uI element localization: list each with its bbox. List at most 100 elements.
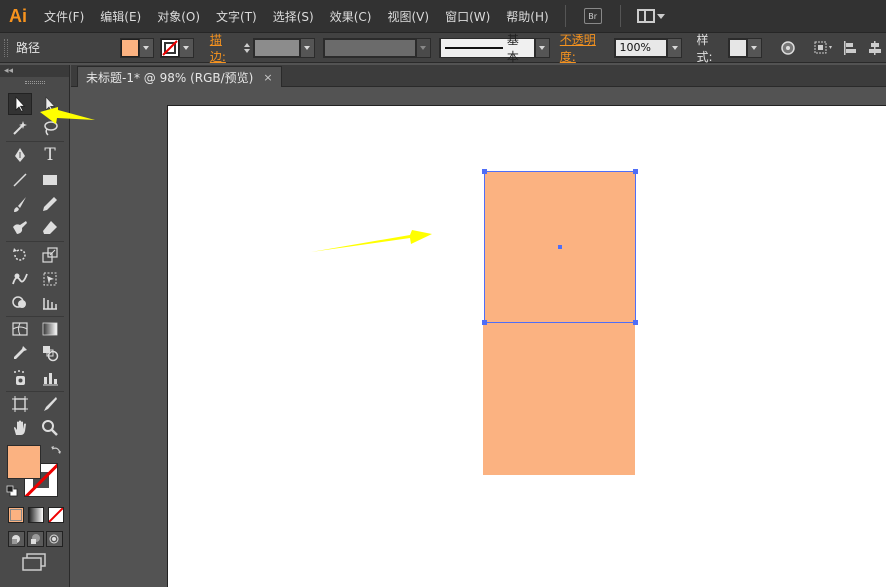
lasso-icon (44, 121, 58, 136)
scale-tool[interactable] (38, 244, 62, 266)
align-center-icon[interactable] (865, 37, 886, 59)
draw-inside-button[interactable] (46, 531, 63, 547)
scale-icon (42, 247, 58, 263)
menu-divider (619, 5, 621, 27)
bridge-button[interactable]: Br (583, 8, 602, 24)
mesh-icon (12, 322, 28, 336)
change-screen-mode-button[interactable] (22, 553, 48, 574)
selection-tool[interactable] (8, 93, 32, 115)
gradient-mode-button[interactable] (28, 507, 44, 523)
free-transform-tool[interactable] (38, 268, 62, 290)
chevron-down-icon (415, 38, 430, 57)
mesh-tool[interactable] (8, 318, 32, 340)
control-bar: 路径 描边: 基本 不透明度: 100% 样式: (0, 31, 886, 65)
rectangle-shape[interactable] (483, 323, 635, 475)
tools-panel-header[interactable]: ◂◂ (0, 65, 69, 77)
none-mode-button[interactable] (48, 507, 64, 523)
opacity-label[interactable]: 不透明度: (560, 31, 611, 65)
stroke-weight-stepper[interactable] (241, 38, 253, 58)
shape-builder-tool[interactable] (8, 292, 32, 314)
tools-panel-grip[interactable] (0, 77, 69, 87)
rotate-tool[interactable] (8, 244, 32, 266)
graphic-style-picker[interactable] (727, 37, 762, 58)
recolor-artwork-icon[interactable] (778, 37, 799, 59)
symbol-sprayer-tool[interactable] (8, 367, 32, 389)
brush-name-label: 基本 (506, 32, 519, 64)
rectangle-tool[interactable] (38, 169, 62, 191)
eyedropper-tool[interactable] (8, 342, 32, 364)
screen-mode-icon (22, 553, 46, 571)
collapse-icon[interactable]: ◂◂ (4, 66, 13, 76)
line-segment-tool[interactable] (8, 169, 32, 191)
chevron-down-icon (299, 38, 314, 57)
type-tool[interactable]: T (38, 144, 62, 166)
stroke-weight-label[interactable]: 描边: (210, 31, 237, 65)
menu-divider (564, 5, 566, 27)
selection-arrow-icon (15, 95, 26, 113)
opacity-dropdown[interactable]: 100% (614, 37, 683, 58)
stroke-weight-input[interactable] (253, 38, 300, 57)
align-to-selection-icon[interactable] (813, 37, 835, 59)
align-left-icon[interactable] (839, 37, 860, 59)
menu-file[interactable]: 文件(F) (36, 0, 92, 33)
blob-brush-tool[interactable] (8, 217, 32, 239)
chevron-down-icon (138, 38, 153, 57)
close-icon[interactable]: × (263, 71, 272, 84)
draw-normal-button[interactable] (8, 531, 25, 547)
lasso-tool[interactable] (38, 117, 62, 139)
eraser-tool[interactable] (38, 217, 62, 239)
eraser-icon (43, 221, 57, 234)
artboard-icon (12, 396, 28, 412)
stroke-color-picker[interactable] (159, 37, 194, 58)
menu-view[interactable]: 视图(V) (379, 0, 437, 33)
width-profile-field[interactable] (323, 38, 416, 57)
app-logo: Ai (9, 5, 27, 26)
color-mode-button[interactable] (8, 507, 24, 523)
menu-window[interactable]: 窗口(W) (437, 0, 498, 33)
graphic-style-label: 样式: (696, 32, 713, 64)
slice-tool[interactable] (38, 393, 62, 415)
shape-builder-icon (12, 296, 26, 308)
direct-selection-tool[interactable] (38, 93, 62, 115)
pen-tool[interactable] (8, 144, 32, 166)
pen-icon (15, 148, 25, 162)
opacity-input[interactable]: 100% (615, 38, 668, 57)
menu-help[interactable]: 帮助(H) (498, 0, 556, 33)
draw-behind-button[interactable] (27, 531, 44, 547)
menu-type[interactable]: 文字(T) (208, 0, 265, 33)
artboard-tool[interactable] (8, 393, 32, 415)
chevron-down-icon (535, 38, 549, 57)
menu-select[interactable]: 选择(S) (265, 0, 322, 33)
magic-wand-icon (13, 121, 27, 135)
workspace-layout-button[interactable] (636, 9, 665, 23)
arrow-up-icon (243, 42, 250, 47)
chevron-down-icon (178, 38, 193, 57)
paintbrush-tool[interactable] (8, 193, 32, 215)
document-tab[interactable]: 未标题-1* @ 98% (RGB/预览) × (77, 66, 282, 87)
brush-definition-dropdown[interactable]: 基本 (438, 33, 550, 64)
column-graph-tool[interactable] (38, 367, 62, 389)
pencil-tool[interactable] (38, 193, 62, 215)
blend-tool[interactable] (38, 342, 62, 364)
eyedropper-icon (14, 346, 27, 359)
symbol-sprayer-icon (14, 370, 25, 385)
gradient-tool[interactable] (38, 318, 62, 340)
zoom-tool[interactable] (38, 417, 62, 439)
perspective-grid-tool[interactable] (38, 292, 62, 314)
perspective-grid-icon (43, 298, 57, 310)
control-bar-grip[interactable] (4, 38, 8, 57)
stroke-weight-field[interactable] (252, 37, 315, 58)
variable-width-profile[interactable] (322, 37, 431, 58)
fill-color-box[interactable] (7, 445, 41, 479)
swap-fill-stroke-icon[interactable] (50, 445, 62, 457)
menu-object[interactable]: 对象(O) (149, 0, 208, 33)
hand-tool[interactable] (8, 417, 32, 439)
chevron-down-icon (656, 13, 665, 19)
default-fill-stroke-icon[interactable] (6, 485, 18, 497)
tools-panel: ◂◂ T (0, 65, 70, 587)
fill-color-picker[interactable] (119, 37, 154, 58)
menu-effect[interactable]: 效果(C) (322, 0, 380, 33)
magic-wand-tool[interactable] (8, 117, 32, 139)
warp-tool[interactable] (8, 268, 32, 290)
menu-edit[interactable]: 编辑(E) (92, 0, 149, 33)
